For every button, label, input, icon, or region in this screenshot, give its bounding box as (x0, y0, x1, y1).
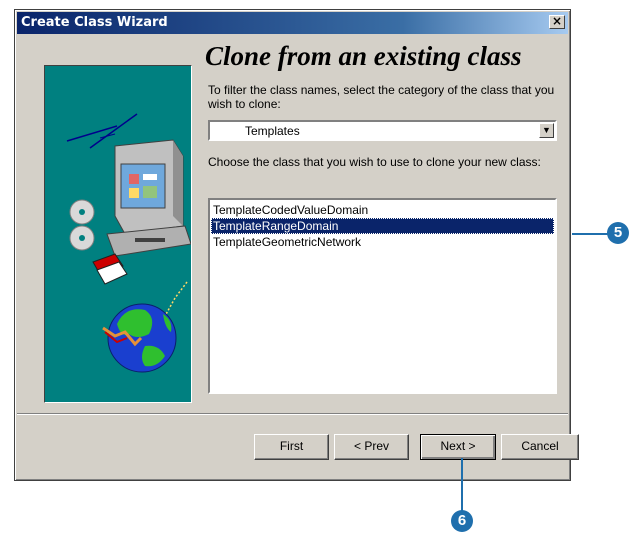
chevron-down-icon: ▼ (542, 125, 551, 135)
cd-disc-icon (69, 199, 95, 251)
cancel-button[interactable]: Cancel (501, 434, 579, 460)
window-title: Create Class Wizard (21, 15, 168, 30)
prev-button-label: < Prev (353, 439, 389, 453)
page-title: Clone from an existing class (205, 41, 522, 71)
filter-instruction: To filter the class names, select the ca… (208, 83, 555, 111)
globe-icon (102, 303, 177, 373)
prev-button[interactable]: < Prev (334, 434, 409, 460)
wizard-dialog: Create Class Wizard × Clone from an exis… (14, 9, 579, 481)
footer-divider (17, 413, 568, 415)
category-select-value: Templates (245, 124, 300, 138)
list-item[interactable]: TemplateGeometricNetwork (211, 234, 554, 250)
computer-icon (106, 139, 191, 257)
close-icon: × (551, 14, 563, 28)
first-button-label: First (279, 439, 304, 453)
callout-line-6 (461, 458, 463, 513)
next-button[interactable]: Next > (420, 434, 496, 460)
first-button[interactable]: First (254, 434, 329, 460)
list-item-selected[interactable]: TemplateRangeDomain (211, 218, 554, 234)
class-listbox[interactable]: TemplateCodedValueDomain TemplateRangeDo… (208, 198, 557, 394)
next-button-label: Next > (440, 439, 476, 453)
callout-line-5 (572, 233, 609, 235)
list-item[interactable]: TemplateCodedValueDomain (211, 202, 554, 218)
cancel-button-label: Cancel (521, 439, 559, 453)
wizard-illustration (44, 65, 192, 403)
step-badge-5: 5 (607, 222, 629, 244)
category-select[interactable]: Templates ▼ (208, 120, 557, 141)
title-bar[interactable]: Create Class Wizard × (17, 12, 568, 34)
choose-instruction: Choose the class that you wish to use to… (208, 155, 541, 169)
computer-globe-illustration (66, 113, 191, 373)
close-button[interactable]: × (549, 15, 565, 29)
dropdown-arrow-button[interactable]: ▼ (539, 123, 554, 138)
step-badge-6: 6 (451, 510, 473, 532)
